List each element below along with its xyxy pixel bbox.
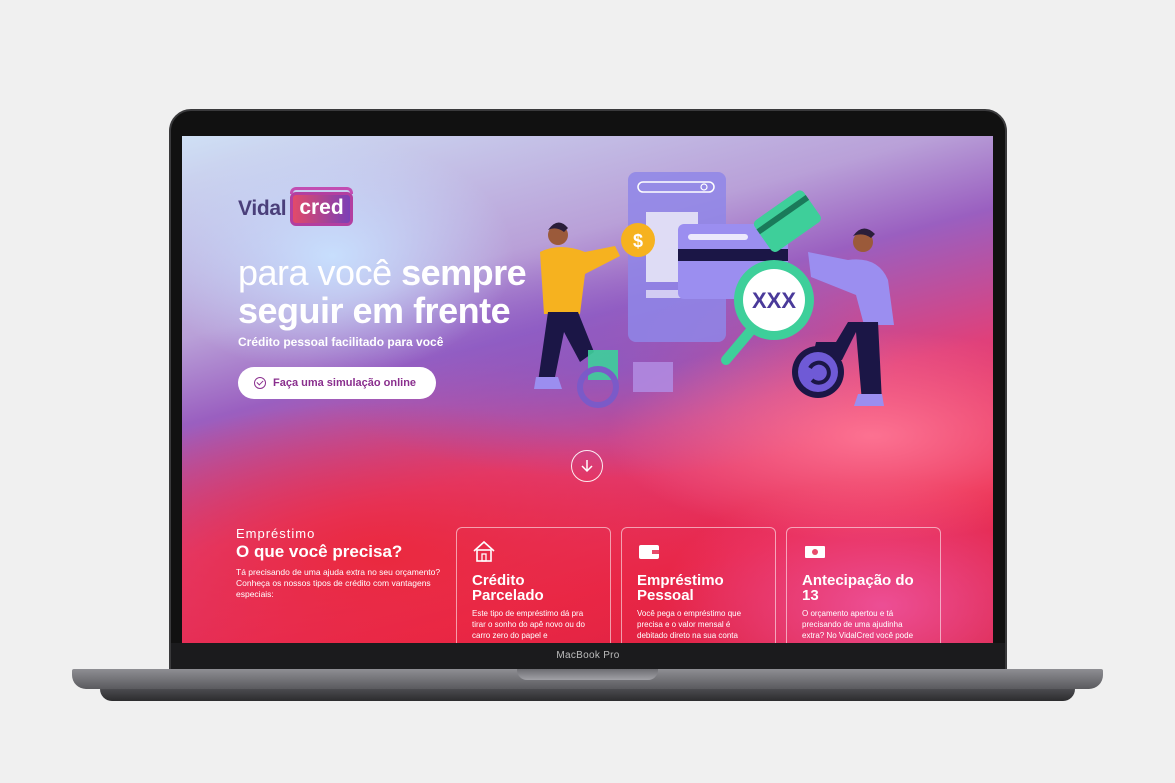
device-label: MacBook Pro	[556, 650, 620, 661]
scroll-down-button[interactable]	[571, 450, 603, 482]
laptop-chin: MacBook Pro	[171, 643, 1005, 669]
section-title: O que você precisa?	[236, 542, 403, 561]
laptop-opening-notch	[517, 669, 658, 680]
cta-label: Faça uma simulação online	[273, 377, 417, 389]
cash-icon	[805, 546, 825, 558]
logo-text-vidal: Vidal	[238, 197, 287, 220]
svg-text:$: $	[633, 231, 643, 251]
hero-illustration: XXX $	[534, 172, 894, 408]
simulation-cta-button[interactable]: Faça uma simulação online	[238, 367, 436, 399]
section-description: Tá precisando de uma ajuda extra no seu …	[236, 567, 441, 599]
card-credito-parcelado[interactable]: Crédito Parcelado Este tipo de empréstim…	[456, 527, 611, 643]
card-title: Antecipação do 13	[802, 572, 914, 604]
card-text: O orçamento apertou e tá precisando de u…	[802, 609, 914, 640]
website-screen: Vidal cred para você sempre seguir em fr…	[182, 136, 993, 643]
vidalcred-logo[interactable]: Vidal cred	[238, 187, 354, 226]
wallet-icon	[639, 545, 659, 559]
check-circle-icon	[254, 377, 266, 389]
hero-title-bold-2: seguir em frente	[238, 290, 511, 331]
hero-title: para você sempre seguir em frente	[238, 252, 527, 331]
hero-subtitle: Crédito pessoal facilitado para você	[238, 335, 444, 349]
card-text: Este tipo de empréstimo dá pra tirar o s…	[472, 609, 585, 640]
logo-text-cred: cred	[290, 187, 354, 226]
laptop-base-bottom	[100, 689, 1075, 701]
card-text: Você pega o empréstimo que precisa e o v…	[637, 609, 742, 643]
card-antecipacao-13[interactable]: Antecipação do 13 O orçamento apertou e …	[786, 527, 941, 643]
hero-title-bold-1: sempre	[401, 252, 527, 293]
card-title: Crédito Parcelado	[472, 572, 544, 604]
hero-title-light: para você	[238, 252, 402, 293]
card-emprestimo-pessoal[interactable]: Empréstimo Pessoal Você pega o empréstim…	[621, 527, 776, 643]
arrow-down-icon	[581, 460, 593, 473]
card-title: Empréstimo Pessoal	[637, 572, 724, 604]
section-eyebrow: Empréstimo	[236, 526, 316, 541]
magnifier-badge: XXX	[752, 288, 796, 313]
house-icon	[473, 540, 495, 562]
